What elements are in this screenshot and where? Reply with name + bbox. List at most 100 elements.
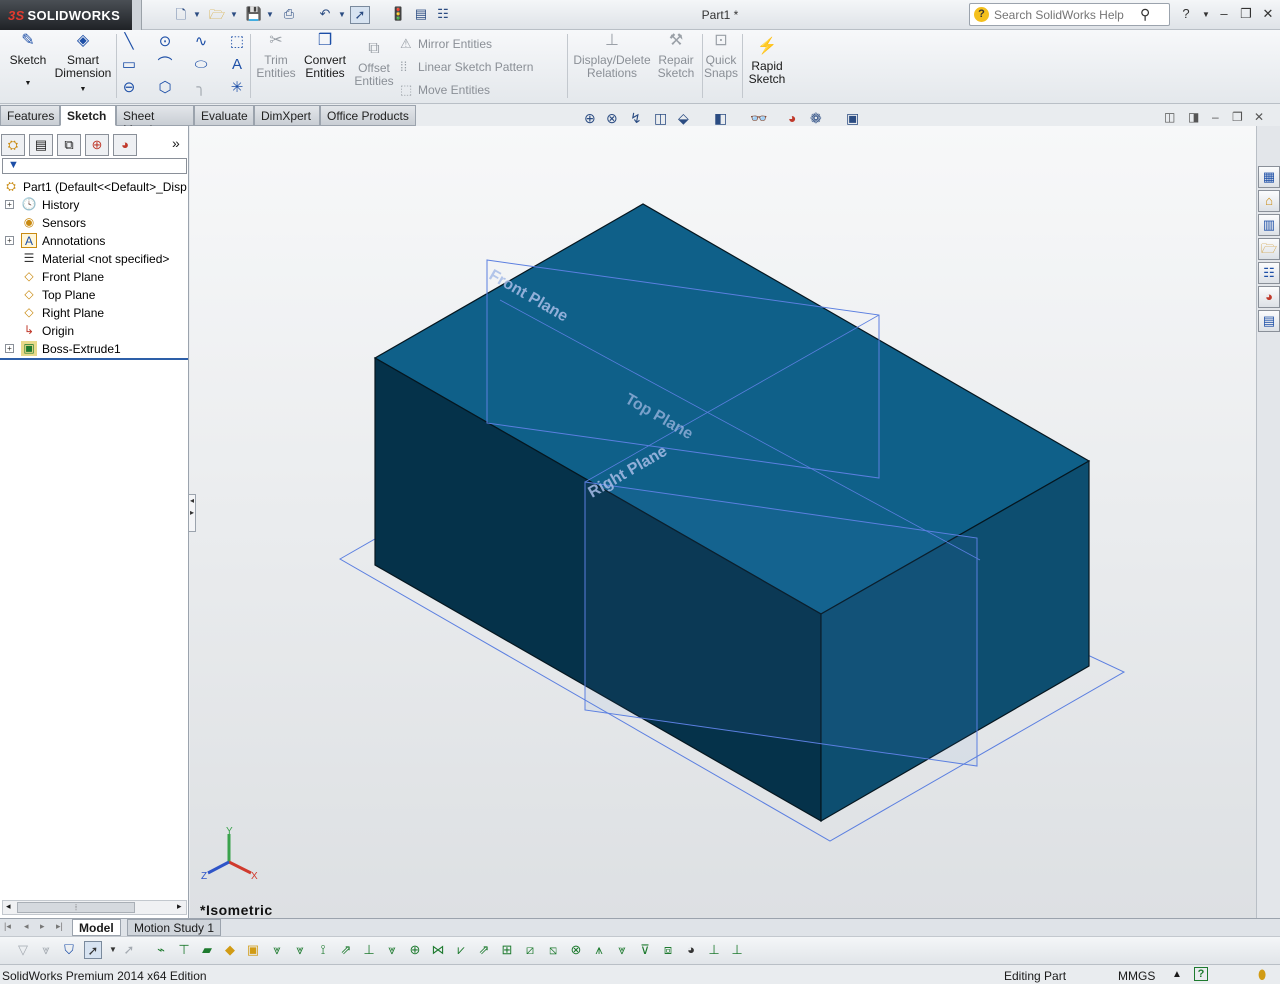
tab-model[interactable]: Model (72, 919, 121, 936)
offset-entities-button[interactable]: ⧉ Offset Entities (352, 41, 396, 88)
save-icon[interactable]: 💾 (245, 6, 263, 24)
search-box[interactable]: ? ⚲ (969, 3, 1170, 26)
tab-sheet-metal[interactable]: Sheet Metal (116, 105, 194, 137)
expand-icon[interactable]: + (5, 236, 14, 245)
select-cursor-icon[interactable]: ➚ (350, 6, 370, 24)
point-icon[interactable]: ✳ (227, 78, 247, 98)
filter-edges-icon[interactable]: ⊤ (175, 941, 193, 959)
split-view-icon[interactable]: ◫ (1164, 110, 1175, 124)
restore-icon[interactable]: ❐ (1236, 6, 1256, 24)
linear-sketch-pattern-button[interactable]: ⁞⁞ Linear Sketch Pattern (400, 59, 533, 74)
chevron-down-icon[interactable]: ▼ (230, 10, 238, 28)
filter-icon[interactable]: ▽ (14, 941, 32, 959)
options-icon[interactable]: ☷ (434, 6, 452, 24)
design-library-icon[interactable]: ▥ (1258, 214, 1280, 236)
display-delete-relations-button[interactable]: ⊥ Display/Delete Relations (572, 33, 652, 80)
graphics-area[interactable]: Front Plane Top Plane Right Plane Y Z X (190, 126, 1256, 918)
scrollbar-thumb[interactable]: ⦙ (17, 902, 135, 913)
filter-blocks-icon[interactable]: ⩔ (613, 941, 631, 959)
minimize-icon[interactable]: ‒ (1214, 6, 1234, 24)
file-explorer-icon[interactable]: 🗁 (1258, 238, 1280, 260)
file-properties-icon[interactable]: ▤ (412, 6, 430, 24)
model-canvas[interactable]: Front Plane Top Plane Right Plane Y Z X (190, 126, 1256, 918)
hide-show-items-icon[interactable]: 👓 (750, 110, 767, 127)
next-tab-icon[interactable]: ▸ (40, 921, 45, 932)
home-icon[interactable]: ⌂ (1258, 190, 1280, 212)
print-icon[interactable]: ⎙ (280, 6, 298, 24)
previous-view-icon[interactable]: ↯ (630, 110, 642, 127)
tab-office-products[interactable]: Office Products (320, 105, 416, 126)
new-document-icon[interactable]: 🗋 (172, 6, 190, 24)
scroll-left-icon[interactable]: ◂ (6, 901, 11, 912)
chevron-down-icon[interactable]: ▼ (1196, 10, 1216, 28)
apply-scene-icon[interactable]: ❁ (810, 110, 822, 127)
tab-dimxpert[interactable]: DimXpert (254, 105, 320, 126)
filter-planes-icon[interactable]: ⩔ (291, 941, 309, 959)
filter-solid-bodies-icon[interactable]: ▣ (244, 941, 262, 959)
tree-item-material[interactable]: ☰ Material <not specified> (0, 250, 188, 268)
tree-filter[interactable]: ▼ (2, 158, 187, 174)
filter-dimensions-icon[interactable]: ⋈ (429, 941, 447, 959)
rollback-bar[interactable] (0, 358, 188, 360)
tab-features[interactable]: Features (0, 105, 60, 126)
tree-item-origin[interactable]: ↳ Origin (0, 322, 188, 340)
chevron-down-icon[interactable]: ▼ (54, 83, 112, 96)
smart-dimension-button[interactable]: ◈ Smart Dimension ▼ (54, 33, 112, 96)
filter-sketch-points-icon[interactable]: ⟟ (314, 941, 332, 959)
polygon-icon[interactable]: ⬡ (155, 78, 175, 98)
display-manager-tab-icon[interactable]: ◕ (113, 134, 137, 156)
tab-evaluate[interactable]: Evaluate (194, 105, 254, 126)
chevron-down-icon[interactable]: ▼ (193, 10, 201, 28)
minimize-icon[interactable]: ‒ (1212, 110, 1219, 124)
tree-item-top-plane[interactable]: ◇ Top Plane (0, 286, 188, 304)
search-input[interactable] (994, 7, 1134, 23)
slot-icon[interactable]: ⊖ (119, 78, 139, 98)
help-icon[interactable]: ? (1194, 967, 1208, 981)
rebuild-status-icon[interactable]: ⬮ (1258, 967, 1266, 983)
tab-sketch[interactable]: Sketch (60, 105, 116, 126)
dimxpert-manager-tab-icon[interactable]: ⊕ (85, 134, 109, 156)
view-palette-icon[interactable]: ☷ (1258, 262, 1280, 284)
sketch-fillet-icon[interactable]: ⬚ (227, 32, 247, 52)
mirror-entities-button[interactable]: ⚠ Mirror Entities (400, 36, 492, 52)
filter-vertices-icon[interactable]: ⌁ (152, 941, 170, 959)
view-settings-icon[interactable]: ▣ (846, 110, 859, 127)
restore-icon[interactable]: ❐ (1232, 110, 1243, 124)
filter-midpoints-icon[interactable]: ⊥ (360, 941, 378, 959)
appearances-icon[interactable]: ◕ (1258, 286, 1280, 308)
convert-entities-button[interactable]: ❒ Convert Entities (302, 33, 348, 80)
filter-datum-targets-icon[interactable]: ⊗ (567, 941, 585, 959)
feature-manager-tab-icon[interactable]: ⛭ (1, 134, 25, 156)
quick-snaps-button[interactable]: ⊡ Quick Snaps (704, 33, 738, 80)
filter-geometric-tolerances-icon[interactable]: ⇗ (475, 941, 493, 959)
open-folder-icon[interactable]: 🗁 (208, 6, 226, 24)
tree-item-history[interactable]: + 🕓 History (0, 196, 188, 214)
filter-notes-icon[interactable]: ⊞ (498, 941, 516, 959)
filter-dowel-pin-icon[interactable]: ⊽ (636, 941, 654, 959)
tab-motion-study-1[interactable]: Motion Study 1 (127, 919, 222, 936)
help-icon[interactable]: ? (1176, 6, 1196, 24)
section-view-icon[interactable]: ◫ (654, 110, 667, 127)
display-style-icon[interactable]: ◧ (714, 110, 727, 127)
filter-cosmetic-threads-icon[interactable]: ⩚ (590, 941, 608, 959)
rapid-sketch-button[interactable]: ⚡ Rapid Sketch (746, 39, 788, 86)
tree-root-part[interactable]: ⛭ Part1 (Default<<Default>_Disp (0, 178, 188, 196)
rebuild-icon[interactable]: 🚦 (390, 6, 406, 24)
select-cursor-icon[interactable]: ➚ (84, 941, 102, 959)
undo-icon[interactable]: ↶ (316, 6, 334, 24)
split-view-icon[interactable]: ◨ (1188, 110, 1199, 124)
scroll-right-icon[interactable]: ▸ (177, 901, 182, 912)
edit-appearance-icon[interactable]: ◕ (788, 110, 796, 126)
chevron-down-icon[interactable]: ▼ (6, 77, 50, 90)
search-icon[interactable]: ⚲ (1140, 6, 1150, 23)
filter-welds-icon[interactable]: ⊥ (728, 941, 746, 959)
expand-icon[interactable]: + (5, 200, 14, 209)
tree-item-annotations[interactable]: + A Annotations (0, 232, 188, 250)
filter-weld-symbols-icon[interactable]: ⧅ (544, 941, 562, 959)
units-up-arrow-icon[interactable]: ▲ (1172, 969, 1182, 980)
move-entities-button[interactable]: ⬚ Move Entities (400, 82, 490, 98)
expand-panel-icon[interactable]: » (172, 135, 180, 151)
solidworks-resources-icon[interactable]: ▦ (1258, 166, 1280, 188)
line-icon[interactable]: ╲ (119, 32, 139, 52)
filter-sketch-segments-icon[interactable]: ⇗ (337, 941, 355, 959)
